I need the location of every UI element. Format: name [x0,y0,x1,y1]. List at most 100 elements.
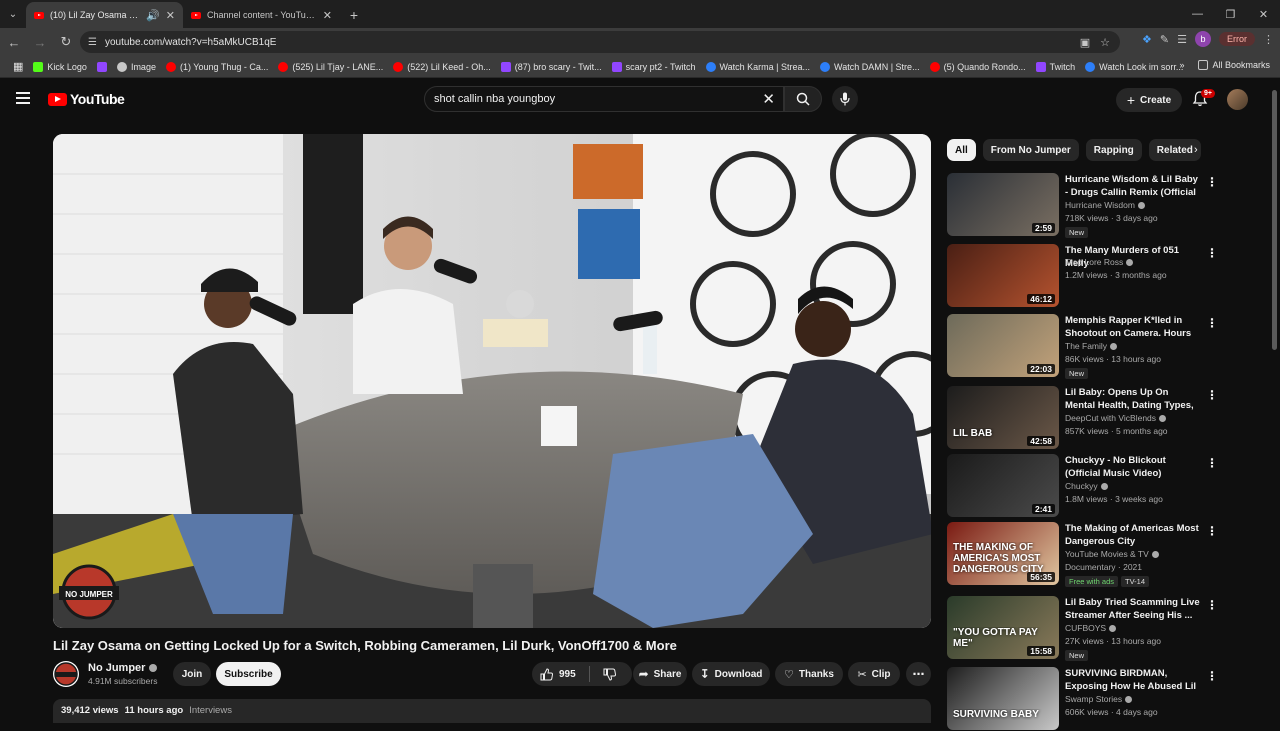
recommended-channel[interactable]: CUFBOYS [1065,623,1117,633]
browser-tab-active[interactable]: (10) Lil Zay Osama on Gettin 🔊 ✕ [26,2,183,28]
video-thumbnail[interactable]: 22:03 [947,314,1059,377]
video-thumbnail[interactable]: THE MAKING OF AMERICA'S MOST DANGEROUS C… [947,522,1059,585]
recommended-channel[interactable]: Hurricane Wisdom [1065,200,1145,210]
window-close-icon[interactable]: ✕ [1247,0,1280,28]
recommended-video[interactable]: 22:03 Memphis Rapper K*lled in Shootout o… [947,314,1218,379]
recommended-video[interactable]: "YOU GOTTA PAY ME" 15:58 Lil Baby Tried Sc… [947,596,1218,661]
apps-grid-icon[interactable]: ▦ [8,60,28,73]
media-icon[interactable]: ☰ [1177,33,1187,46]
video-tag[interactable]: Interviews [189,705,232,717]
search-button[interactable] [784,86,822,112]
bookmark-item[interactable]: (1) Young Thug - Ca... [161,61,273,72]
restore-icon[interactable]: ❐ [1214,0,1247,28]
recommended-channel[interactable]: YouTube Movies & TV [1065,549,1159,559]
browser-tab[interactable]: Channel content - YouTube Stu ✕ [183,2,340,28]
speaker-icon[interactable]: 🔊 [146,9,160,22]
more-options-icon[interactable]: ⋮ [1206,388,1218,402]
clip-button[interactable]: ✂ Clip [848,662,900,686]
recommended-channel[interactable]: Chuckyy [1065,481,1108,491]
forward-arrow-icon[interactable]: → [28,30,52,54]
subscribe-button[interactable]: Subscribe [216,662,281,686]
bookmark-item[interactable]: Watch Karma | Strea... [701,61,816,72]
chip-from-no-jumper[interactable]: From No Jumper [982,139,1079,161]
error-button[interactable]: Error [1219,32,1255,46]
recommended-channel[interactable]: DeepCut with VicBlends [1065,413,1167,423]
thumbs-down-icon[interactable] [603,668,616,681]
chips-next-chevron-icon[interactable]: › [1194,144,1198,156]
recommended-video-title[interactable]: Memphis Rapper K*lled in Shootout on Cam… [1065,314,1201,340]
bookmark-item[interactable]: (5) Quando Rondo... [925,61,1031,72]
page-scrollbar[interactable] [1272,90,1277,350]
more-options-icon[interactable]: ⋮ [1206,524,1218,538]
more-actions-button[interactable]: ⋯ [906,662,931,686]
minimize-icon[interactable]: — [1181,0,1214,28]
youtube-logo[interactable]: YouTube [48,91,125,107]
bookmark-star-icon[interactable]: ☆ [1100,36,1110,49]
back-arrow-icon[interactable]: ← [2,30,26,54]
recommended-video-title[interactable]: SURVIVING BIRDMAN, Exposing How He Abuse… [1065,667,1201,693]
omnibox[interactable]: ☰ youtube.com/watch?v=h5aMkUCB1qE ▣ ☆ [80,31,1120,53]
video-thumbnail[interactable]: 2:41 [947,454,1059,517]
account-avatar[interactable] [1227,89,1248,110]
recommended-video[interactable]: LIL BAB 42:58 Lil Baby: Opens Up On Mental… [947,386,1218,450]
bookmark-item[interactable]: Watch Look im sorr... [1080,61,1188,72]
recommended-video[interactable]: 46:12 The Many Murders of 051 Melly Trap L… [947,244,1218,308]
recommended-video-title[interactable]: The Making of Americas Most Dangerous Ci… [1065,522,1201,548]
more-options-icon[interactable]: ⋮ [1206,598,1218,612]
bookmark-item[interactable]: Twitch [1031,61,1081,72]
close-tab-icon[interactable]: ✕ [323,9,332,22]
more-options-icon[interactable]: ⋮ [1206,246,1218,260]
chip-rapping[interactable]: Rapping [1085,139,1142,161]
more-bookmarks-chevron-icon[interactable]: » [1179,60,1184,70]
bookmark-item[interactable]: (525) Lil Tjay - LANE... [273,61,388,72]
video-thumbnail[interactable]: 46:12 [947,244,1059,307]
bookmark-item[interactable]: scary pt2 - Twitch [607,61,701,72]
extensions-puzzle-icon[interactable]: ✎ [1160,33,1169,46]
more-options-icon[interactable]: ⋮ [1206,175,1218,189]
bookmark-item[interactable] [92,61,112,72]
description-box[interactable]: 39,412 views 11 hours ago Interviews [53,699,931,723]
channel-name[interactable]: No Jumper [88,662,158,674]
all-bookmarks-button[interactable]: All Bookmarks [1198,60,1270,70]
recommended-video[interactable]: SURVIVING BABY SURVIVING BIRDMAN, Exposin… [947,667,1218,731]
more-options-icon[interactable]: ⋮ [1206,456,1218,470]
recommended-video-title[interactable]: Lil Baby: Opens Up On Mental Health, Dat… [1065,386,1201,412]
recommended-video-title[interactable]: Hurricane Wisdom & Lil Baby - Drugs Call… [1065,173,1201,199]
extension-icon[interactable]: ❖ [1142,33,1152,46]
voice-search-button[interactable] [832,86,858,112]
profile-icon[interactable]: b [1195,31,1211,47]
video-thumbnail[interactable]: "YOU GOTTA PAY ME" 15:58 [947,596,1059,659]
recommended-video-title[interactable]: Lil Baby Tried Scamming Live Streamer Af… [1065,596,1201,622]
video-player[interactable]: NO JUMPER [53,134,931,628]
url-text[interactable]: youtube.com/watch?v=h5aMkUCB1qE [105,37,1072,48]
chip-all[interactable]: All [947,139,976,161]
bookmark-item[interactable]: (87) bro scary - Twit... [496,61,607,72]
more-options-icon[interactable]: ⋮ [1206,669,1218,683]
recommended-video-title[interactable]: Chuckyy - No Blickout (Official Music Vi… [1065,454,1201,480]
recommended-channel[interactable]: Swamp Stories [1065,694,1133,704]
video-thumbnail[interactable]: LIL BAB 42:58 [947,386,1059,449]
bookmark-item[interactable]: Image [112,61,161,72]
clear-search-icon[interactable]: ✕ [762,90,775,108]
recommended-video[interactable]: 2:41 Chuckyy - No Blickout (Official Musi… [947,454,1218,518]
site-info-icon[interactable]: ☰ [88,37,97,48]
bookmark-item[interactable]: Kick Logo [28,61,92,72]
tab-search-icon[interactable]: ⌄ [0,0,26,28]
video-thumbnail[interactable]: 2:59 [947,173,1059,236]
install-app-icon[interactable]: ▣ [1080,36,1090,49]
recommended-channel[interactable]: Trap Lore Ross [1065,257,1134,267]
recommended-video[interactable]: 2:59 Hurricane Wisdom & Lil Baby - Drugs … [947,173,1218,238]
more-options-icon[interactable]: ⋮ [1206,316,1218,330]
like-button[interactable]: 995 [540,667,576,681]
search-query[interactable]: shot callin nba youngboy [434,93,555,105]
share-button[interactable]: ➦ Share [633,662,687,686]
recommended-channel[interactable]: The Family [1065,341,1118,351]
thanks-button[interactable]: ♡ Thanks [775,662,843,686]
bookmark-item[interactable]: Watch DAMN | Stre... [815,61,925,72]
recommended-video[interactable]: THE MAKING OF AMERICA'S MOST DANGEROUS C… [947,522,1218,587]
search-input[interactable]: shot callin nba youngboy ✕ [424,86,784,112]
channel-avatar[interactable] [53,661,79,687]
create-button[interactable]: + Create [1116,88,1182,112]
close-tab-icon[interactable]: ✕ [166,9,175,22]
join-button[interactable]: Join [173,662,211,686]
